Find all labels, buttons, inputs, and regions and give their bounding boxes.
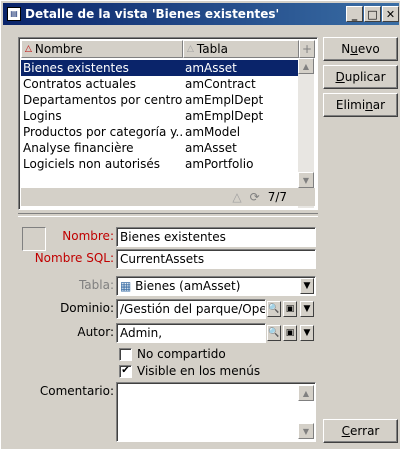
list-rows: Bienes existentes amAsset Contratos actual… bbox=[21, 60, 299, 172]
cell-tabla: amEmplDept bbox=[185, 93, 264, 107]
comment-scroll-down-icon[interactable]: ▼ bbox=[298, 423, 314, 439]
dominio-detail-icon[interactable]: ▣ bbox=[283, 301, 297, 317]
list-footer: △ ⟳ 7/7 bbox=[21, 188, 315, 206]
color-swatch[interactable] bbox=[22, 227, 46, 251]
close-button[interactable]: ✕ bbox=[382, 6, 399, 22]
cell-nombre: Logiciels non autorisés bbox=[23, 157, 161, 171]
view-app-icon: ▤ bbox=[7, 7, 21, 21]
table-row[interactable]: Bienes existentes amAsset bbox=[21, 60, 299, 76]
list-header: △ Nombre △ Tabla + bbox=[21, 40, 315, 58]
close-dialog-button[interactable]: Cerrar bbox=[323, 419, 398, 443]
sort-indicator-icon: △ bbox=[232, 190, 242, 204]
comentario-textarea[interactable] bbox=[116, 382, 316, 442]
nombre-input[interactable]: Bienes existentes bbox=[116, 227, 316, 247]
cell-nombre: Contratos actuales bbox=[23, 77, 137, 91]
detail-window: ▤ Detalle de la vista 'Bienes existentes… bbox=[0, 0, 400, 449]
column-header-nombre[interactable]: △ Nombre bbox=[21, 40, 183, 58]
duplicate-button[interactable]: Duplicar bbox=[323, 65, 398, 89]
no-compartido-box[interactable] bbox=[119, 347, 132, 361]
autor-label: Autor: bbox=[77, 325, 114, 339]
dominio-label: Dominio: bbox=[60, 301, 114, 315]
delete-button[interactable]: Elimi n ar bbox=[323, 93, 398, 117]
visible-menus-checkbox[interactable]: ✔ Visible en los menús bbox=[119, 364, 260, 378]
list-scrollbar[interactable]: ▲ ▼ + bbox=[298, 58, 314, 208]
refresh-icon[interactable]: ⟳ bbox=[250, 190, 260, 204]
scroll-up-icon[interactable]: ▲ bbox=[298, 58, 314, 74]
cell-nombre: Analyse financière bbox=[23, 141, 134, 155]
table-row[interactable]: Productos por categoría y... amModel bbox=[21, 124, 299, 140]
cell-nombre: Bienes existentes bbox=[23, 61, 129, 75]
table-row[interactable]: Logins amEmplDept bbox=[21, 108, 299, 124]
cell-tabla: amEmplDept bbox=[185, 109, 264, 123]
sort-ascending-icon: △ bbox=[25, 44, 32, 54]
cell-nombre: Departamentos por centro... bbox=[23, 93, 183, 107]
cell-tabla: amAsset bbox=[185, 141, 237, 155]
comment-scroll-up-icon[interactable]: ▲ bbox=[298, 385, 314, 401]
add-column-icon[interactable]: + bbox=[299, 40, 315, 58]
cell-tabla: amPortfolio bbox=[185, 157, 254, 171]
views-list[interactable]: △ Nombre △ Tabla + Bienes existentes amAs… bbox=[18, 37, 318, 210]
nombre-label: Nombre: bbox=[62, 229, 114, 243]
nombre-sql-label: Nombre SQL: bbox=[34, 251, 114, 265]
cell-tabla: amAsset bbox=[185, 61, 237, 75]
new-button[interactable]: Nu evo bbox=[323, 37, 398, 61]
visible-menus-box[interactable]: ✔ bbox=[119, 364, 132, 378]
chevron-down-icon[interactable]: ▼ bbox=[300, 278, 314, 294]
tabla-select[interactable]: ▦ Bienes (amAsset) bbox=[116, 276, 316, 296]
table-icon: ▦ bbox=[120, 279, 132, 293]
table-row[interactable]: Contratos actuales amContract bbox=[21, 76, 299, 92]
dominio-dropdown-icon[interactable]: ▼ bbox=[300, 301, 314, 317]
section-separator bbox=[18, 213, 318, 217]
cell-nombre: Logins bbox=[23, 109, 62, 123]
window-title: Detalle de la vista 'Bienes existentes' bbox=[25, 7, 280, 21]
no-compartido-checkbox[interactable]: No compartido bbox=[119, 347, 226, 361]
autor-dropdown-icon[interactable]: ▼ bbox=[300, 325, 314, 341]
tabla-label: Tabla: bbox=[78, 278, 114, 292]
autor-input[interactable]: Admin, bbox=[116, 323, 266, 343]
sort-icon: △ bbox=[187, 44, 194, 54]
maximize-button[interactable]: □ bbox=[364, 6, 381, 22]
autor-detail-icon[interactable]: ▣ bbox=[283, 325, 297, 341]
dominio-input[interactable]: /Gestión del parque/Oper bbox=[116, 299, 266, 319]
table-row[interactable]: Departamentos por centro... amEmplDept bbox=[21, 92, 299, 108]
nombre-sql-input[interactable]: CurrentAssets bbox=[116, 249, 316, 269]
cell-tabla: amContract bbox=[185, 77, 256, 91]
table-row[interactable]: Logiciels non autorisés amPortfolio bbox=[21, 156, 299, 172]
title-bar[interactable]: ▤ Detalle de la vista 'Bienes existentes… bbox=[3, 3, 399, 25]
column-header-tabla[interactable]: △ Tabla bbox=[183, 40, 299, 58]
dominio-search-icon[interactable]: 🔍 bbox=[267, 301, 281, 317]
cell-tabla: amModel bbox=[185, 125, 241, 139]
cell-nombre: Productos por categoría y... bbox=[23, 125, 183, 139]
table-row[interactable]: Analyse financière amAsset bbox=[21, 140, 299, 156]
autor-search-icon[interactable]: 🔍 bbox=[267, 325, 281, 341]
record-counter: 7/7 bbox=[267, 190, 287, 204]
minimize-button[interactable]: _ bbox=[346, 6, 363, 22]
comentario-label: Comentario: bbox=[39, 384, 114, 398]
scroll-down-icon[interactable]: ▼ bbox=[298, 172, 314, 188]
